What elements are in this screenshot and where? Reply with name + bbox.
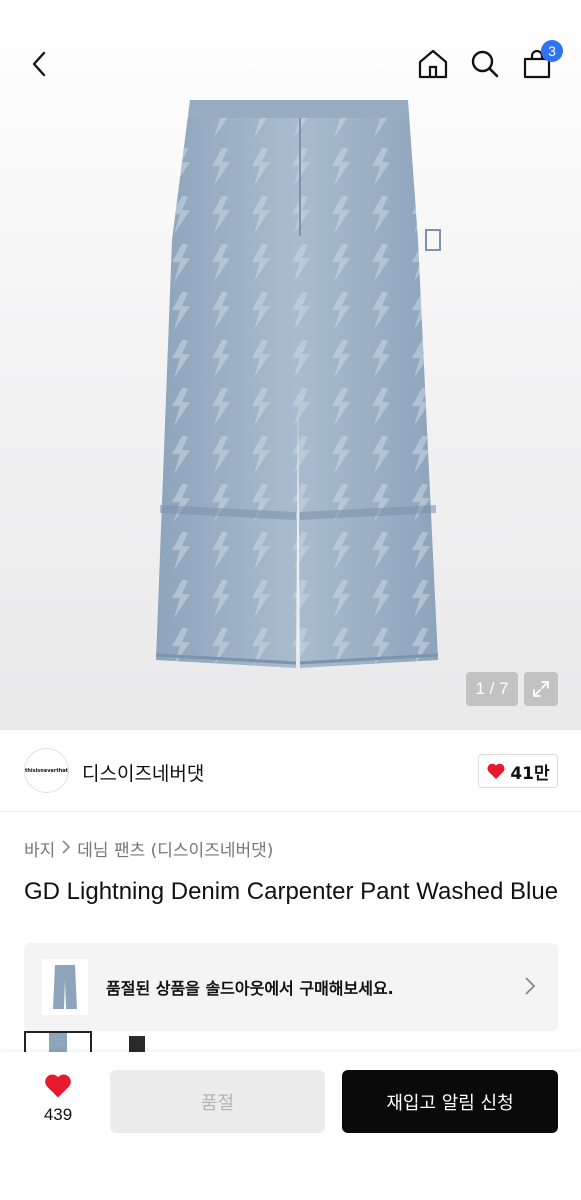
brand-logo-text: thisisneverthat bbox=[24, 767, 69, 774]
brand-row: thisisneverthat 디스이즈네버댓 41만 bbox=[0, 730, 581, 812]
bottom-action-bar: 439 품절 재입고 알림 신청 bbox=[0, 1052, 581, 1200]
product-title: GD Lightning Denim Carpenter Pant Washed… bbox=[24, 878, 559, 905]
color-option-blue[interactable] bbox=[24, 1031, 92, 1053]
expand-image-button[interactable] bbox=[524, 672, 558, 706]
heart-icon bbox=[45, 1074, 71, 1098]
back-icon[interactable] bbox=[20, 44, 60, 84]
breadcrumb: 바지 데님 팬츠 (디스이즈네버댓) bbox=[24, 836, 273, 861]
brand-like-count: 41만 bbox=[510, 763, 550, 784]
home-icon[interactable] bbox=[413, 44, 453, 84]
cart-count-badge: 3 bbox=[541, 40, 563, 62]
banner-product-thumbnail bbox=[42, 959, 88, 1015]
product-image-gallery[interactable]: 3 1 / 7 bbox=[0, 0, 581, 730]
expand-icon bbox=[533, 681, 549, 697]
brand-name-link[interactable]: 디스이즈네버댓 bbox=[82, 759, 204, 786]
banner-text: 품절된 상품을 솔드아웃에서 구매해보세요. bbox=[106, 979, 394, 998]
brand-logo[interactable]: thisisneverthat bbox=[24, 748, 69, 793]
wishlist-count: 439 bbox=[43, 1105, 73, 1124]
breadcrumb-subcategory[interactable]: 데님 팬츠 (디스이즈네버댓) bbox=[77, 836, 273, 861]
wishlist-button[interactable]: 439 bbox=[34, 1072, 82, 1125]
search-icon[interactable] bbox=[465, 44, 505, 84]
restock-alert-button[interactable]: 재입고 알림 신청 bbox=[342, 1070, 558, 1133]
color-options bbox=[24, 1031, 168, 1053]
color-option-black[interactable] bbox=[100, 1031, 168, 1053]
soldout-button: 품절 bbox=[110, 1070, 325, 1133]
heart-icon bbox=[487, 763, 505, 779]
chevron-right-icon bbox=[61, 839, 71, 858]
product-photo-jeans bbox=[155, 100, 441, 668]
cart-button[interactable]: 3 bbox=[517, 40, 563, 84]
brand-like-button[interactable]: 41만 bbox=[478, 754, 558, 788]
breadcrumb-category[interactable]: 바지 bbox=[24, 836, 55, 861]
top-navigation-bar: 3 bbox=[0, 40, 581, 90]
chevron-right-icon bbox=[524, 976, 536, 1000]
soldout-marketplace-banner[interactable]: 품절된 상품을 솔드아웃에서 구매해보세요. bbox=[24, 943, 558, 1031]
image-counter: 1 / 7 bbox=[466, 672, 518, 706]
